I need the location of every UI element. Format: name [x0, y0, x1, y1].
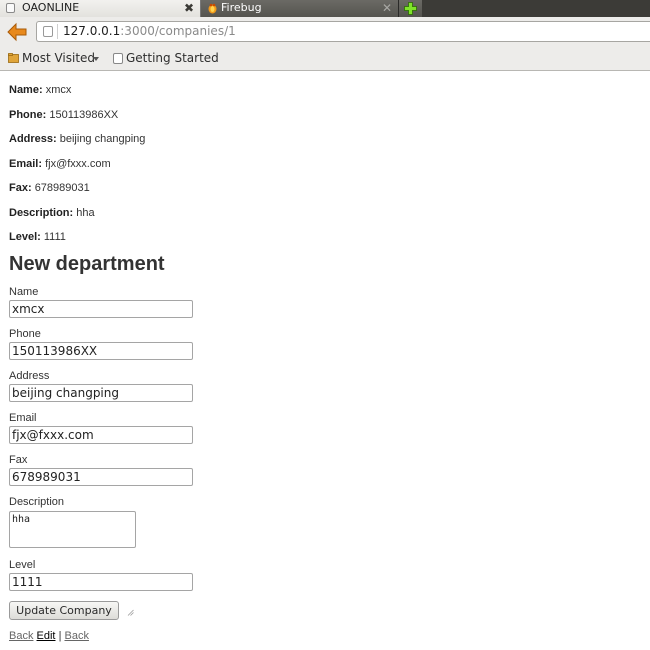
address-label: Address — [9, 370, 50, 382]
field-label: Name: — [9, 84, 43, 96]
chevron-down-icon[interactable] — [93, 57, 99, 61]
new-tab-button[interactable] — [398, 0, 422, 17]
field-value: xmcx — [45, 84, 72, 96]
site-identity-icon[interactable] — [43, 26, 53, 37]
bookmark-most-visited[interactable]: Most Visited — [22, 50, 95, 66]
firebug-icon — [208, 3, 217, 14]
description-textarea[interactable]: hha — [9, 511, 136, 548]
phone-field[interactable] — [9, 342, 193, 360]
field-value: beijing changping — [59, 133, 146, 145]
field-value: 1111 — [43, 231, 66, 243]
bookmark-getting-started[interactable]: Getting Started — [126, 50, 219, 66]
link-separator: | — [58, 630, 62, 642]
field-label: Address: — [9, 133, 57, 145]
field-value: 150113986XX — [49, 109, 119, 121]
bookmarks-toolbar: Most Visited Getting Started — [0, 46, 650, 71]
update-company-button[interactable]: Update Company — [9, 601, 119, 620]
tab-strip: OAONLINE ✖ Firebug ✕ — [0, 0, 650, 17]
tab-firebug[interactable]: Firebug ✕ — [201, 0, 398, 17]
level-label: Level — [9, 559, 36, 571]
field-value: 678989031 — [34, 182, 90, 194]
tab-oaonline[interactable]: OAONLINE ✖ — [0, 0, 201, 17]
footer-links: Back Edit | Back — [9, 629, 89, 643]
url-bar[interactable]: 127.0.0.1:3000/companies/1 — [36, 21, 650, 42]
url-host: 127.0.0.1 — [63, 24, 121, 38]
back-link[interactable]: Back — [9, 630, 33, 642]
email-label: Email — [9, 412, 37, 424]
edit-link[interactable]: Edit — [37, 630, 56, 642]
name-label: Name — [9, 286, 39, 298]
url-divider — [57, 24, 58, 39]
company-name-row: Name: xmcx — [9, 83, 71, 97]
address-field[interactable] — [9, 384, 193, 402]
plus-icon — [404, 2, 417, 15]
phone-label: Phone — [9, 328, 41, 340]
back-link[interactable]: Back — [64, 630, 88, 642]
back-arrow-icon[interactable] — [6, 22, 28, 42]
page-title: New department — [9, 253, 165, 275]
field-value: fjx@fxxx.com — [45, 158, 111, 170]
company-fax-row: Fax: 678989031 — [9, 181, 90, 195]
fax-field[interactable] — [9, 468, 193, 486]
field-label: Description: — [9, 207, 74, 219]
field-label: Email: — [9, 158, 43, 170]
resize-grip-icon[interactable] — [127, 609, 134, 616]
company-phone-row: Phone: 150113986XX — [9, 108, 118, 122]
bookmark-folder-icon — [8, 53, 19, 63]
field-value: hha — [76, 207, 95, 219]
name-field[interactable] — [9, 300, 193, 318]
description-label: Description — [9, 496, 65, 508]
email-field[interactable] — [9, 426, 193, 444]
company-level-row: Level: 1111 — [9, 230, 66, 244]
navigation-bar: 127.0.0.1:3000/companies/1 — [0, 17, 650, 46]
field-label: Phone: — [9, 109, 47, 121]
tab-title: Firebug — [221, 1, 262, 14]
tab-title: OAONLINE — [22, 1, 80, 14]
company-email-row: Email: fjx@fxxx.com — [9, 157, 111, 171]
page-icon — [6, 3, 15, 13]
fax-label: Fax — [9, 454, 28, 466]
field-label: Level: — [9, 231, 41, 243]
page-content: Name: xmcx Phone: 150113986XX Address: b… — [0, 72, 650, 650]
company-description-row: Description: hha — [9, 206, 95, 220]
field-label: Fax: — [9, 182, 32, 194]
level-field[interactable] — [9, 573, 193, 591]
url-path: :3000/companies/1 — [120, 24, 236, 38]
page-icon — [113, 53, 123, 64]
close-tab-icon[interactable]: ✖ — [184, 0, 194, 16]
close-tab-icon[interactable]: ✕ — [382, 0, 392, 16]
url-text[interactable]: 127.0.0.1:3000/companies/1 — [63, 24, 236, 39]
company-address-row: Address: beijing changping — [9, 132, 145, 146]
